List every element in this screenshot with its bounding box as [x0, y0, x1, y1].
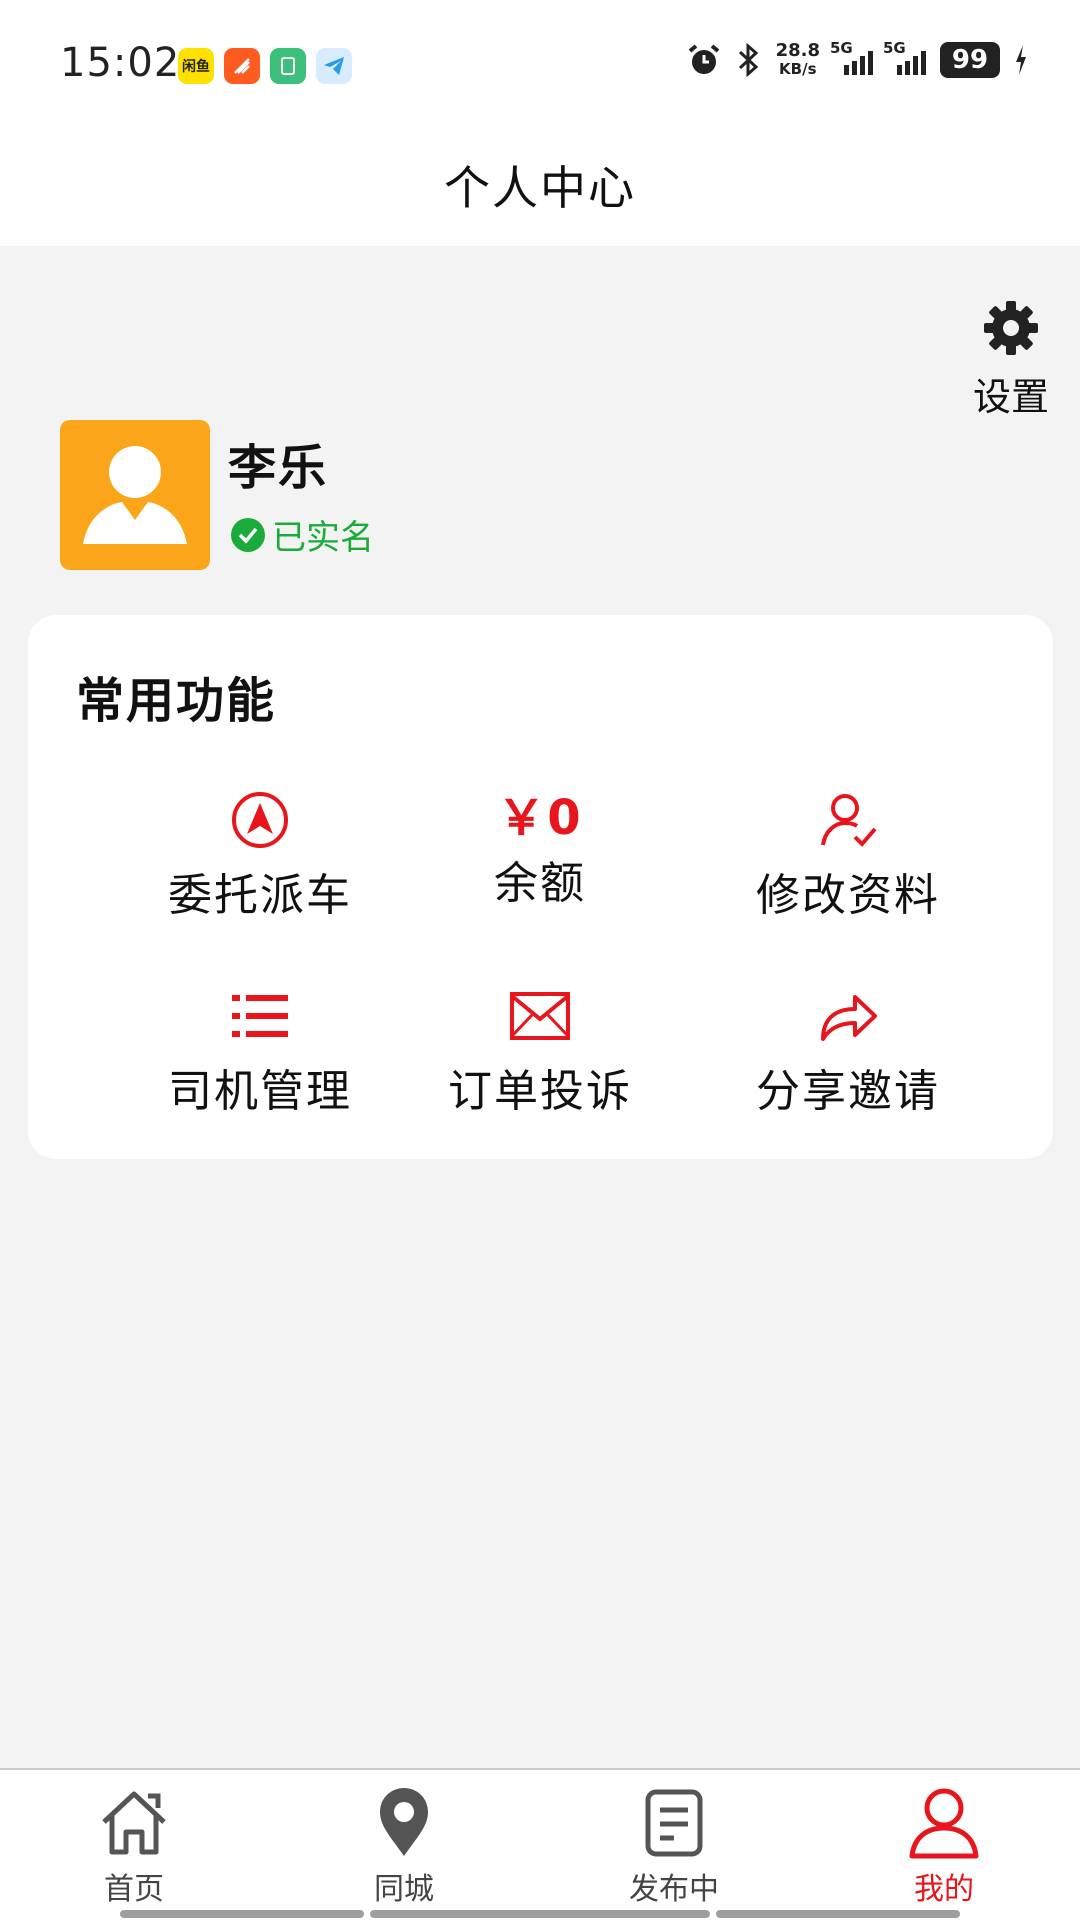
bottom-nav: 首页 同城 发布中 我的	[0, 1768, 1080, 1920]
driver-management-button[interactable]: 司机管理	[130, 983, 390, 1119]
dispatch-vehicle-button[interactable]: 委托派车	[130, 787, 390, 923]
card-title: 常用功能	[76, 673, 277, 729]
nav-label: 同城	[374, 1872, 434, 1907]
settings-button[interactable]: 设置	[966, 298, 1056, 421]
nav-item-local[interactable]: 同城	[344, 1784, 464, 1908]
balance-button[interactable]: ￥0 余额	[410, 785, 670, 911]
gesture-bar	[370, 1910, 710, 1918]
document-icon	[645, 1789, 703, 1857]
verified-label: 已实名	[272, 518, 374, 558]
network-speed: 28.8 KB/s	[775, 40, 820, 79]
edit-profile-button[interactable]: 修改资料	[718, 787, 978, 923]
nav-label: 我的	[914, 1872, 974, 1907]
common-functions-card: 常用功能 委托派车 ￥0 余额 修改资料 司机管理 订单投诉 分享邀请	[28, 615, 1053, 1159]
signal-strength-icon: 5G	[883, 39, 926, 75]
user-name: 李乐	[228, 440, 329, 496]
signal-strength-icon: 5G	[830, 39, 873, 75]
battery-indicator: 99	[940, 42, 1000, 78]
function-label: 委托派车	[168, 870, 352, 921]
share-arrow-icon	[821, 995, 877, 1041]
function-label: 修改资料	[756, 870, 940, 921]
charging-icon	[1016, 45, 1026, 75]
telegram-icon	[316, 48, 352, 84]
xianyu-app-icon: 闲鱼	[178, 48, 214, 84]
system-status: 28.8 KB/s 5G 5G 99	[686, 39, 1028, 79]
nav-label: 首页	[104, 1872, 164, 1907]
page-title: 个人中心	[444, 161, 636, 215]
list-icon	[232, 995, 288, 1037]
share-invite-button[interactable]: 分享邀请	[718, 983, 978, 1119]
status-time: 15:02	[60, 40, 181, 86]
gesture-bar	[120, 1910, 364, 1918]
order-complaint-button[interactable]: 订单投诉	[410, 983, 670, 1119]
gesture-bar	[716, 1910, 960, 1918]
home-icon	[102, 1791, 166, 1855]
navigation-arrow-icon	[232, 792, 288, 848]
nav-item-publishing[interactable]: 发布中	[614, 1784, 734, 1908]
default-avatar-icon	[83, 446, 187, 544]
gear-icon	[984, 301, 1038, 355]
app-notification-icon	[224, 48, 260, 84]
avatar[interactable]	[60, 420, 210, 570]
app-notification-icon	[270, 48, 306, 84]
nav-item-mine[interactable]: 我的	[884, 1784, 1004, 1908]
function-label: 分享邀请	[756, 1066, 940, 1117]
function-label: 余额	[494, 858, 586, 909]
settings-label: 设置	[972, 375, 1049, 419]
function-label: 司机管理	[168, 1066, 352, 1117]
balance-value: ￥0	[497, 790, 583, 846]
verified-badge: 已实名	[230, 510, 374, 559]
check-circle-icon	[231, 517, 265, 552]
nav-item-home[interactable]: 首页	[74, 1784, 194, 1908]
user-edit-icon	[821, 794, 877, 847]
envelope-icon	[510, 992, 570, 1040]
bluetooth-icon	[738, 43, 758, 77]
header: 个人中心	[0, 120, 1080, 246]
notification-icons: 闲鱼	[178, 48, 352, 84]
alarm-icon	[688, 44, 719, 74]
user-icon	[909, 1788, 979, 1859]
location-pin-icon	[380, 1788, 428, 1856]
status-bar: 15:02 闲鱼 28.8 KB/s 5G 5G 99	[0, 0, 1080, 120]
function-label: 订单投诉	[448, 1066, 632, 1117]
nav-label: 发布中	[629, 1872, 719, 1907]
